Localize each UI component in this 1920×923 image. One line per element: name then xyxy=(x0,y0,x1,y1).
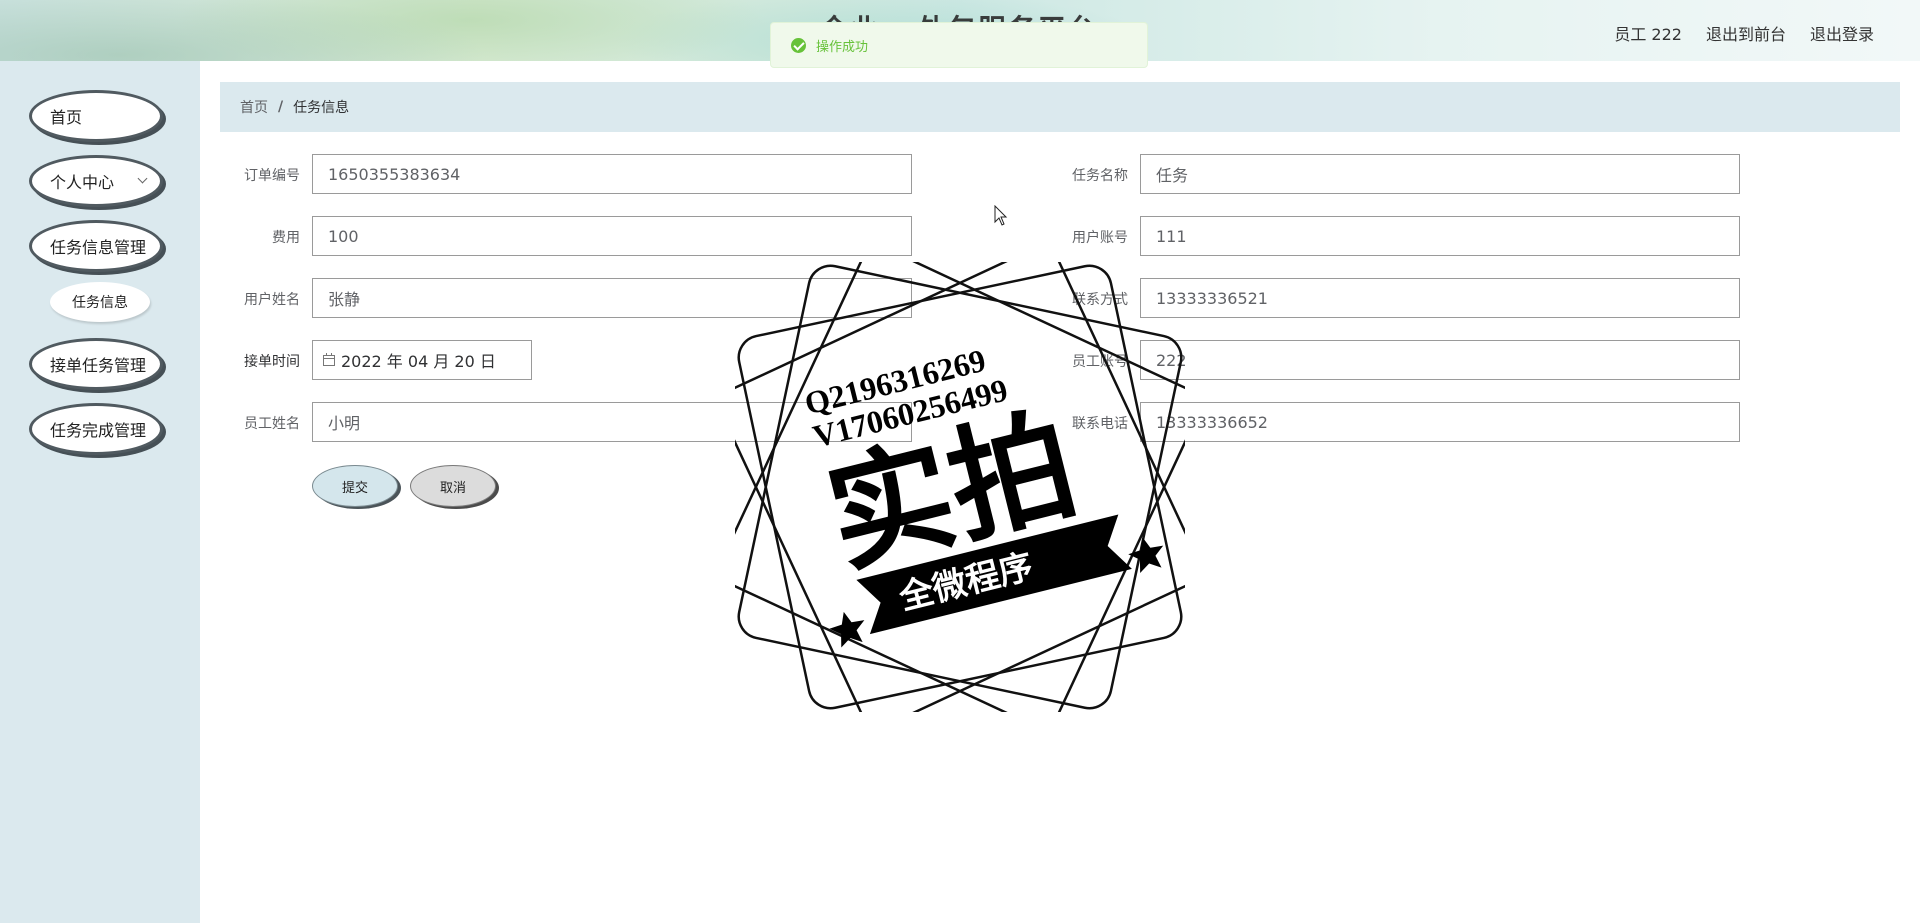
fee-label: 费用 xyxy=(272,230,300,246)
sidebar-item-profile[interactable]: 个人中心 xyxy=(29,155,163,207)
task-name-input[interactable]: 任务 xyxy=(1140,154,1740,194)
accept-time-label: 接单时间 xyxy=(244,354,300,370)
task-name-label: 任务名称 xyxy=(1072,168,1128,184)
sidebar-item-home[interactable]: 首页 xyxy=(29,90,163,142)
submenu-item-label: 任务信息 xyxy=(72,295,128,311)
user-account-label: 用户账号 xyxy=(1072,230,1128,246)
staff-name-label: 员工姓名 xyxy=(244,416,300,432)
user-account-value: 111 xyxy=(1156,226,1187,246)
accept-time-value: 2022 年 04 月 20 日 xyxy=(341,352,496,371)
sidebar-item-label: 接单任务管理 xyxy=(50,356,147,375)
logout-link[interactable]: 退出登录 xyxy=(1810,21,1874,45)
breadcrumb: 首页 / 任务信息 xyxy=(220,82,1900,132)
order-no-label: 订单编号 xyxy=(244,168,300,184)
staff-phone-input[interactable]: 13333336652 xyxy=(1140,402,1740,442)
sidebar-item-accept-task-management[interactable]: 接单任务管理 xyxy=(29,338,163,390)
sidebar-item-label: 任务完成管理 xyxy=(50,421,147,440)
sidebar-item-task-info-management[interactable]: 任务信息管理 xyxy=(29,220,163,272)
order-no-value: 1650355383634 xyxy=(328,164,461,184)
user-account-input[interactable]: 111 xyxy=(1140,216,1740,256)
cancel-button[interactable]: 取消 xyxy=(410,465,496,507)
sidebar-item-label: 首页 xyxy=(50,108,83,127)
current-user: 员工 222 xyxy=(1614,25,1682,44)
star-icon xyxy=(829,611,865,648)
sidebar-item-task-complete-management[interactable]: 任务完成管理 xyxy=(29,403,163,455)
success-toast: 操作成功 xyxy=(770,22,1148,68)
breadcrumb-separator: / xyxy=(278,99,284,115)
user-name-label: 用户姓名 xyxy=(244,292,300,308)
toast-message: 操作成功 xyxy=(816,39,869,55)
chevron-down-icon xyxy=(137,173,148,184)
accept-time-picker[interactable]: 2022 年 04 月 20 日 xyxy=(312,340,532,380)
submenu-item-task-info[interactable]: 任务信息 xyxy=(50,282,150,322)
fee-input[interactable]: 100 xyxy=(312,216,912,256)
breadcrumb-home[interactable]: 首页 xyxy=(240,97,268,117)
order-no-input[interactable]: 1650355383634 xyxy=(312,154,912,194)
staff-account-input[interactable]: 222 xyxy=(1140,340,1740,380)
submit-button[interactable]: 提交 xyxy=(312,465,398,507)
calendar-icon xyxy=(323,352,335,366)
breadcrumb-current: 任务信息 xyxy=(293,100,350,116)
user-name-value: 张静 xyxy=(328,290,361,309)
sidebar-item-label: 任务信息管理 xyxy=(50,238,147,257)
header-links: 员工 222 退出到前台 退出登录 xyxy=(1614,21,1874,45)
contact-input[interactable]: 13333336521 xyxy=(1140,278,1740,318)
sidebar-item-label: 个人中心 xyxy=(50,173,115,192)
watermark-stamp: Q2196316269 V17060256499 实拍 全微程序 xyxy=(735,262,1185,712)
success-check-icon xyxy=(791,37,806,53)
mouse-cursor-icon xyxy=(994,205,1008,226)
staff-name-value: 小明 xyxy=(328,414,361,433)
task-name-value: 任务 xyxy=(1156,166,1189,185)
back-to-front-link[interactable]: 退出到前台 xyxy=(1706,21,1786,45)
star-icon xyxy=(1128,537,1164,573)
fee-value: 100 xyxy=(328,226,359,246)
